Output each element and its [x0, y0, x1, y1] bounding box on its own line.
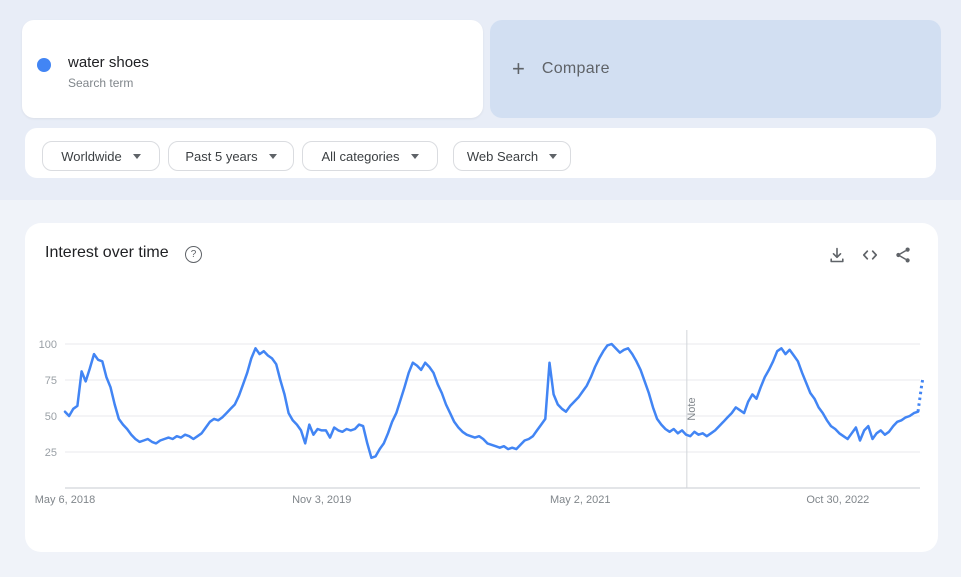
time-range-filter-dropdown[interactable]: Past 5 years — [168, 141, 294, 171]
search-term-card[interactable]: water shoes Search term — [22, 20, 483, 118]
plus-icon: + — [512, 56, 525, 81]
search-type-filter-dropdown[interactable]: Web Search — [453, 141, 571, 171]
category-filter-dropdown[interactable]: All categories — [302, 141, 438, 171]
share-icon[interactable] — [894, 246, 912, 264]
trend-line-partial — [916, 378, 925, 412]
chevron-down-icon — [549, 153, 558, 159]
interest-over-time-chart[interactable]: 25 50 75 100 May 6, 2018 Nov 3, 2019 May 2, 20… — [25, 223, 938, 552]
chart-title: Interest over time — [45, 244, 169, 261]
chevron-down-icon — [410, 153, 419, 159]
trend-line[interactable] — [63, 342, 920, 460]
series-color-dot-icon — [37, 58, 51, 72]
search-type-filter-label: Web Search — [466, 148, 539, 164]
filter-bar: Worldwide Past 5 years All categories We… — [25, 128, 936, 178]
chevron-down-icon — [132, 153, 141, 159]
x-tick-label: May 6, 2018 — [35, 494, 96, 506]
add-comparison-card[interactable]: + Compare — [490, 20, 941, 118]
help-icon[interactable]: ? — [185, 246, 202, 263]
y-tick-label: 75 — [45, 375, 57, 387]
region-filter-dropdown[interactable]: Worldwide — [42, 141, 160, 171]
note-label: Note — [686, 397, 698, 420]
interest-over-time-card: 25 50 75 100 May 6, 2018 Nov 3, 2019 May 2, 20… — [25, 223, 938, 552]
x-tick-label: Nov 3, 2019 — [292, 494, 351, 506]
embed-code-icon[interactable] — [861, 246, 879, 264]
time-range-filter-label: Past 5 years — [185, 148, 258, 164]
x-tick-label: May 2, 2021 — [550, 494, 611, 506]
x-tick-label: Oct 30, 2022 — [806, 494, 869, 506]
region-filter-label: Worldwide — [61, 148, 122, 164]
search-term-label: water shoes — [68, 54, 149, 71]
download-icon[interactable] — [828, 246, 846, 264]
compare-label: Compare — [541, 60, 610, 77]
y-tick-label: 25 — [45, 447, 57, 459]
y-tick-label: 100 — [39, 339, 57, 351]
y-tick-label: 50 — [45, 411, 57, 423]
search-term-type: Search term — [68, 76, 134, 90]
chevron-down-icon — [268, 153, 277, 159]
chart-actions — [828, 246, 912, 264]
category-filter-label: All categories — [321, 148, 400, 164]
